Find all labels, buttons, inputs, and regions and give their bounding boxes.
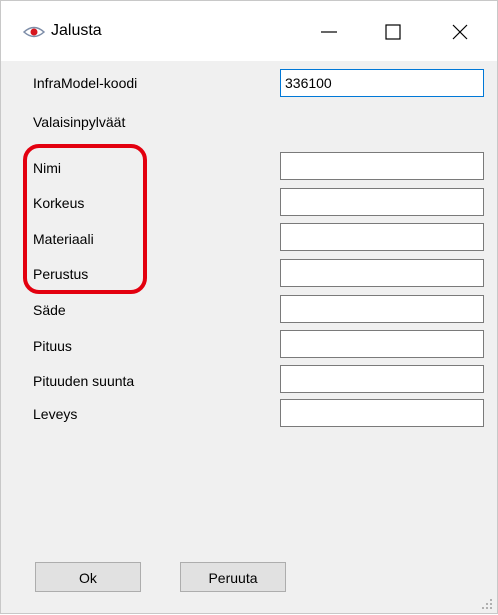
- resize-grip-icon[interactable]: [481, 597, 493, 609]
- length-direction-label: Pituuden suunta: [33, 373, 135, 389]
- infra-model-code-label: InfraModel-koodi: [33, 75, 138, 91]
- close-button[interactable]: [437, 15, 483, 49]
- radius-label: Säde: [33, 302, 66, 318]
- name-field[interactable]: [280, 152, 484, 180]
- material-label: Materiaali: [33, 231, 94, 247]
- close-icon: [452, 24, 468, 40]
- minimize-icon: [321, 31, 337, 33]
- maximize-button[interactable]: [370, 15, 416, 49]
- title-bar[interactable]: Jalusta: [1, 1, 497, 61]
- radius-field[interactable]: [280, 295, 484, 323]
- height-field[interactable]: [280, 188, 484, 216]
- eye-icon: [22, 25, 46, 38]
- foundation-label: Perustus: [33, 266, 89, 282]
- width-field[interactable]: [280, 399, 484, 427]
- dialog-window: Jalusta InfraModel-koodi Valaisinpylväät…: [0, 0, 498, 614]
- infra-model-code-field[interactable]: [280, 69, 484, 97]
- length-field[interactable]: [280, 330, 484, 358]
- minimize-button[interactable]: [306, 15, 352, 49]
- maximize-icon: [385, 24, 401, 40]
- material-field[interactable]: [280, 223, 484, 251]
- length-direction-field[interactable]: [280, 365, 484, 393]
- ok-button[interactable]: Ok: [35, 562, 141, 592]
- name-label: Nimi: [33, 160, 61, 176]
- cancel-button[interactable]: Peruuta: [180, 562, 286, 592]
- height-label: Korkeus: [33, 195, 85, 211]
- foundation-field[interactable]: [280, 259, 484, 287]
- section-label: Valaisinpylväät: [33, 114, 126, 130]
- width-label: Leveys: [33, 406, 78, 422]
- window-title: Jalusta: [51, 22, 102, 39]
- length-label: Pituus: [33, 338, 72, 354]
